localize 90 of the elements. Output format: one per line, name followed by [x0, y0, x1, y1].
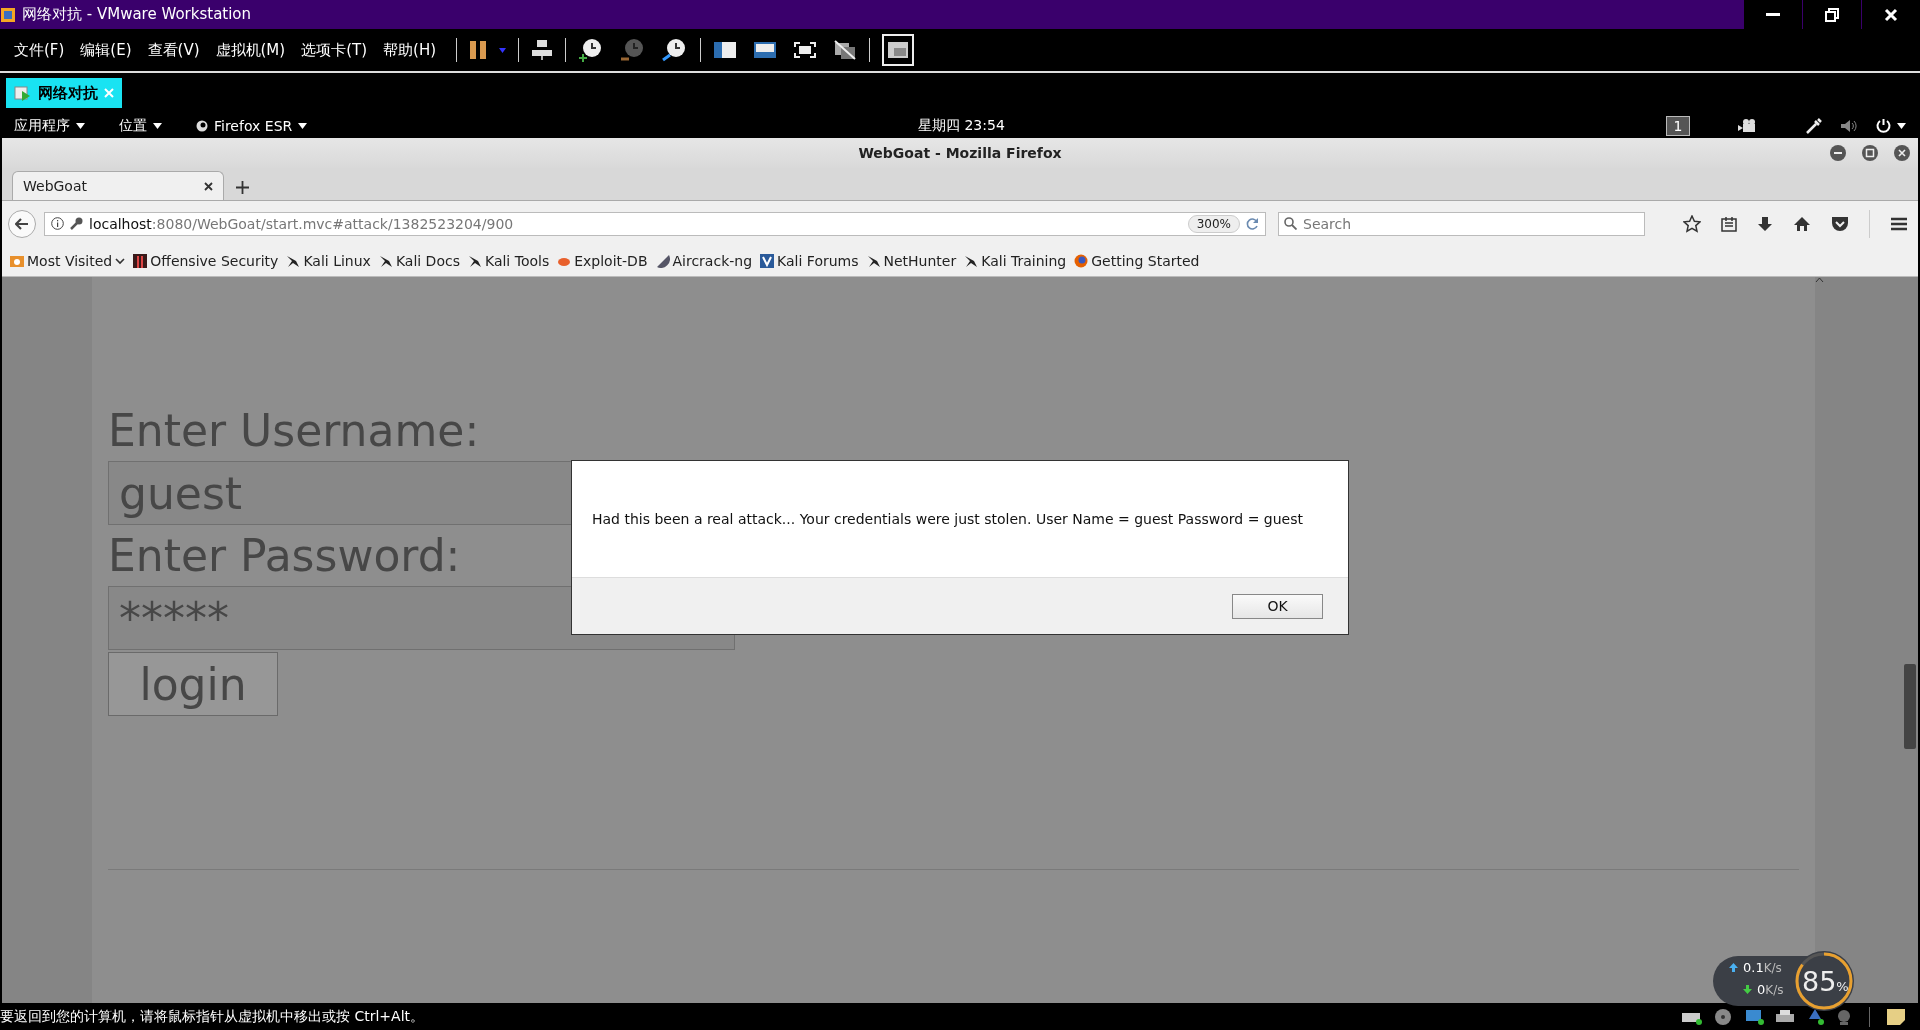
back-button[interactable]	[8, 209, 36, 238]
bookmark-item[interactable]: Exploit-DB	[557, 253, 648, 269]
close-icon[interactable]	[204, 181, 213, 191]
bookmark-item[interactable]: Kali Training	[964, 253, 1067, 269]
bookmark-item[interactable]: NetHunter	[866, 253, 957, 269]
maximize-button[interactable]	[1862, 145, 1878, 161]
bookmark-item[interactable]: Offensive Security	[133, 253, 279, 269]
address-bar[interactable]: localhost:8080/WebGoat/start.mvc#attack/1382523204/900 300%	[44, 211, 1266, 236]
dropdown-caret-icon[interactable]	[1897, 122, 1906, 129]
cpu-usage: 85%	[1802, 966, 1849, 997]
ok-button[interactable]: OK	[1232, 593, 1323, 619]
status-message: 要返回到您的计算机，请将鼠标指针从虚拟机中移出或按 Ctrl+Alt。	[0, 1007, 425, 1026]
firefox-icon	[196, 119, 208, 132]
manage-clock-icon[interactable]	[662, 37, 688, 63]
panel-menu[interactable]: Firefox ESR	[196, 117, 308, 134]
upload-speed: 0.1K/s	[1743, 960, 1782, 975]
firefox-icon	[1074, 254, 1089, 268]
menu-item[interactable]: 选项卡(T)	[293, 40, 376, 60]
browser-tab[interactable]: WebGoat	[12, 171, 224, 200]
fullscreen-icon[interactable]	[793, 40, 817, 60]
url-text: localhost:8080/WebGoat/start.mvc#attack/1382523204/900	[89, 215, 514, 232]
back-arrow-icon[interactable]	[15, 217, 29, 230]
home-icon[interactable]	[1793, 215, 1811, 232]
menu-item[interactable]: 帮助(H)	[375, 40, 444, 60]
volume-icon[interactable]	[1840, 118, 1858, 133]
vm-icon	[14, 84, 32, 102]
window-title: 网络对抗 - VMware Workstation	[22, 5, 252, 24]
scrollbar-thumb[interactable]	[1904, 664, 1916, 749]
network-icon[interactable]	[531, 39, 553, 61]
webcam-icon[interactable]	[1835, 1007, 1853, 1026]
bookmark-item[interactable]: Kali Forums	[760, 253, 859, 269]
menu-item[interactable]: 文件(F)	[6, 40, 73, 60]
bookmark-item[interactable]: Getting Started	[1074, 253, 1200, 269]
pause-icon[interactable]	[469, 40, 487, 60]
bookmark-star-icon[interactable]	[1683, 214, 1701, 233]
menu-item[interactable]: 编辑(E)	[72, 40, 140, 60]
new-tab-icon[interactable]	[236, 181, 249, 194]
close-button[interactable]	[1894, 145, 1910, 161]
bookmark-item[interactable]: Most Visited	[10, 253, 126, 269]
cpu-gauge	[1793, 950, 1855, 1012]
search-icon	[1284, 216, 1297, 230]
workspace-indicator[interactable]: 1	[1666, 115, 1690, 136]
thumbnail-view-icon[interactable]	[882, 34, 914, 66]
bookmark-item[interactable]: Kali Docs	[378, 253, 460, 269]
dropdown-caret-icon[interactable]	[76, 122, 85, 129]
dropdown-caret-icon[interactable]	[115, 257, 126, 265]
password-label: Enter Password:	[108, 529, 461, 583]
minimize-button[interactable]	[1830, 145, 1846, 161]
console-view-icon[interactable]	[753, 40, 777, 60]
snapshot-clock-icon[interactable]	[578, 37, 604, 63]
download-arrow-icon	[1743, 985, 1752, 994]
menu-item[interactable]: 虚拟机(M)	[207, 40, 294, 60]
window-title: WebGoat - Mozilla Firefox	[858, 145, 1062, 161]
network-adapter-icon[interactable]	[1743, 1007, 1765, 1026]
reload-icon[interactable]	[1246, 217, 1259, 230]
restore-icon[interactable]	[1825, 7, 1839, 22]
zoom-level[interactable]: 300%	[1187, 214, 1240, 233]
sidebar-view-icon[interactable]	[713, 40, 737, 60]
key-icon[interactable]	[70, 217, 83, 230]
bookmark-item[interactable]: Kali Tools	[467, 253, 550, 269]
panel-menu[interactable]: 位置	[119, 116, 162, 135]
menu-icon[interactable]	[1890, 216, 1908, 231]
reading-list-icon[interactable]	[1721, 215, 1737, 232]
download-speed: 0K/s	[1757, 982, 1784, 997]
restore-button[interactable]	[1803, 0, 1861, 29]
power-icon[interactable]	[1876, 118, 1891, 133]
note-icon[interactable]	[1886, 1007, 1906, 1026]
forum-icon	[760, 254, 775, 268]
close-button[interactable]	[1862, 0, 1920, 29]
unity-off-icon[interactable]	[833, 39, 857, 61]
dropdown-caret-icon[interactable]	[153, 122, 162, 129]
revert-clock-icon[interactable]	[620, 37, 646, 63]
folder-icon	[10, 254, 24, 268]
search-field[interactable]: Search	[1278, 211, 1645, 236]
upload-arrow-icon	[1729, 963, 1738, 972]
bookmark-item[interactable]: Aircrack-ng	[655, 253, 753, 269]
menu-item[interactable]: 查看(V)	[139, 40, 208, 60]
vm-tab[interactable]: 网络对抗	[6, 78, 122, 108]
disc-icon[interactable]	[1713, 1007, 1733, 1026]
minimize-button[interactable]	[1744, 0, 1802, 29]
scroll-up-icon[interactable]	[1815, 277, 1824, 283]
vmware-logo-icon	[0, 6, 16, 23]
pocket-icon[interactable]	[1831, 215, 1849, 232]
clock[interactable]: 星期四 23:54	[918, 117, 1005, 135]
download-icon[interactable]	[1757, 215, 1773, 232]
bookmark-item[interactable]: Kali Linux	[286, 253, 371, 269]
panel-menu[interactable]: 应用程序	[14, 116, 85, 135]
dropdown-caret-icon[interactable]	[298, 122, 308, 129]
info-icon[interactable]	[51, 217, 64, 230]
username-label: Enter Username:	[108, 404, 480, 458]
